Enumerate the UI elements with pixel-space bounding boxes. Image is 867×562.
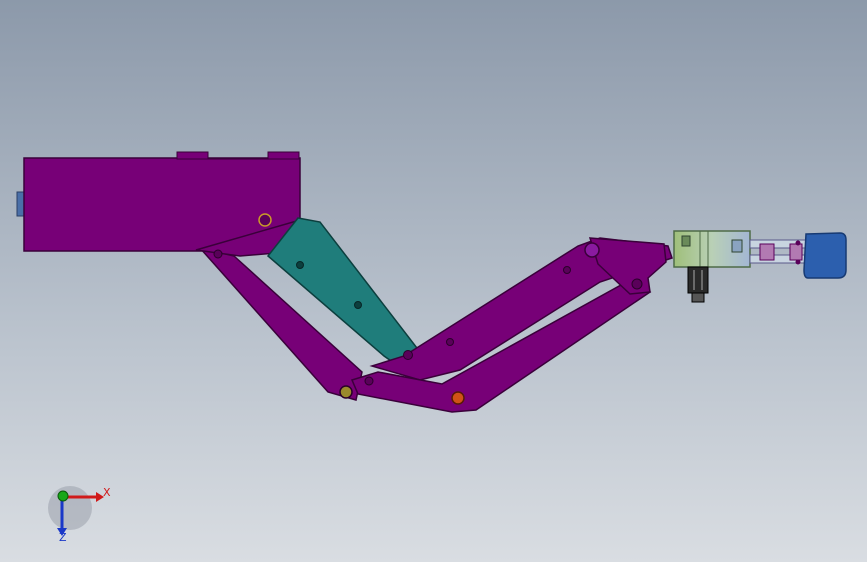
wrist-pivot-pin[interactable] [584, 242, 600, 258]
rod-bolt-2 [795, 259, 801, 265]
wrist-rocker-plate[interactable] [588, 237, 667, 295]
rod-clamp-left[interactable] [759, 243, 775, 261]
knee-pin-olive[interactable] [339, 385, 353, 399]
rod-clamp-right[interactable] [789, 243, 803, 261]
elbow-pin[interactable] [403, 350, 413, 360]
link-pin-orange[interactable] [451, 391, 465, 405]
upper-forearm-pin[interactable] [563, 266, 571, 274]
rocker-pin[interactable] [631, 278, 643, 290]
gripper-bolt-1[interactable] [681, 235, 691, 247]
base-pivot-pin[interactable] [258, 213, 272, 227]
lower-link-top-pin[interactable] [213, 249, 223, 259]
tool-end-pad[interactable] [803, 232, 847, 279]
robot-arm-assembly[interactable] [0, 0, 867, 562]
base-mount-tab-right[interactable] [267, 151, 300, 160]
gripper-bolt-2[interactable] [731, 239, 743, 253]
cad-viewport[interactable]: X Z [0, 0, 867, 562]
actuator-tip[interactable] [691, 292, 705, 303]
base-mount-tab-left[interactable] [176, 151, 209, 160]
teal-link-pin-2[interactable] [354, 301, 362, 309]
rod-bolt-1 [795, 240, 801, 246]
forearm-pin[interactable] [446, 338, 454, 346]
knee-pin-secondary[interactable] [364, 376, 374, 386]
teal-link-pin-1[interactable] [296, 261, 304, 269]
actuator-body[interactable] [687, 266, 709, 294]
